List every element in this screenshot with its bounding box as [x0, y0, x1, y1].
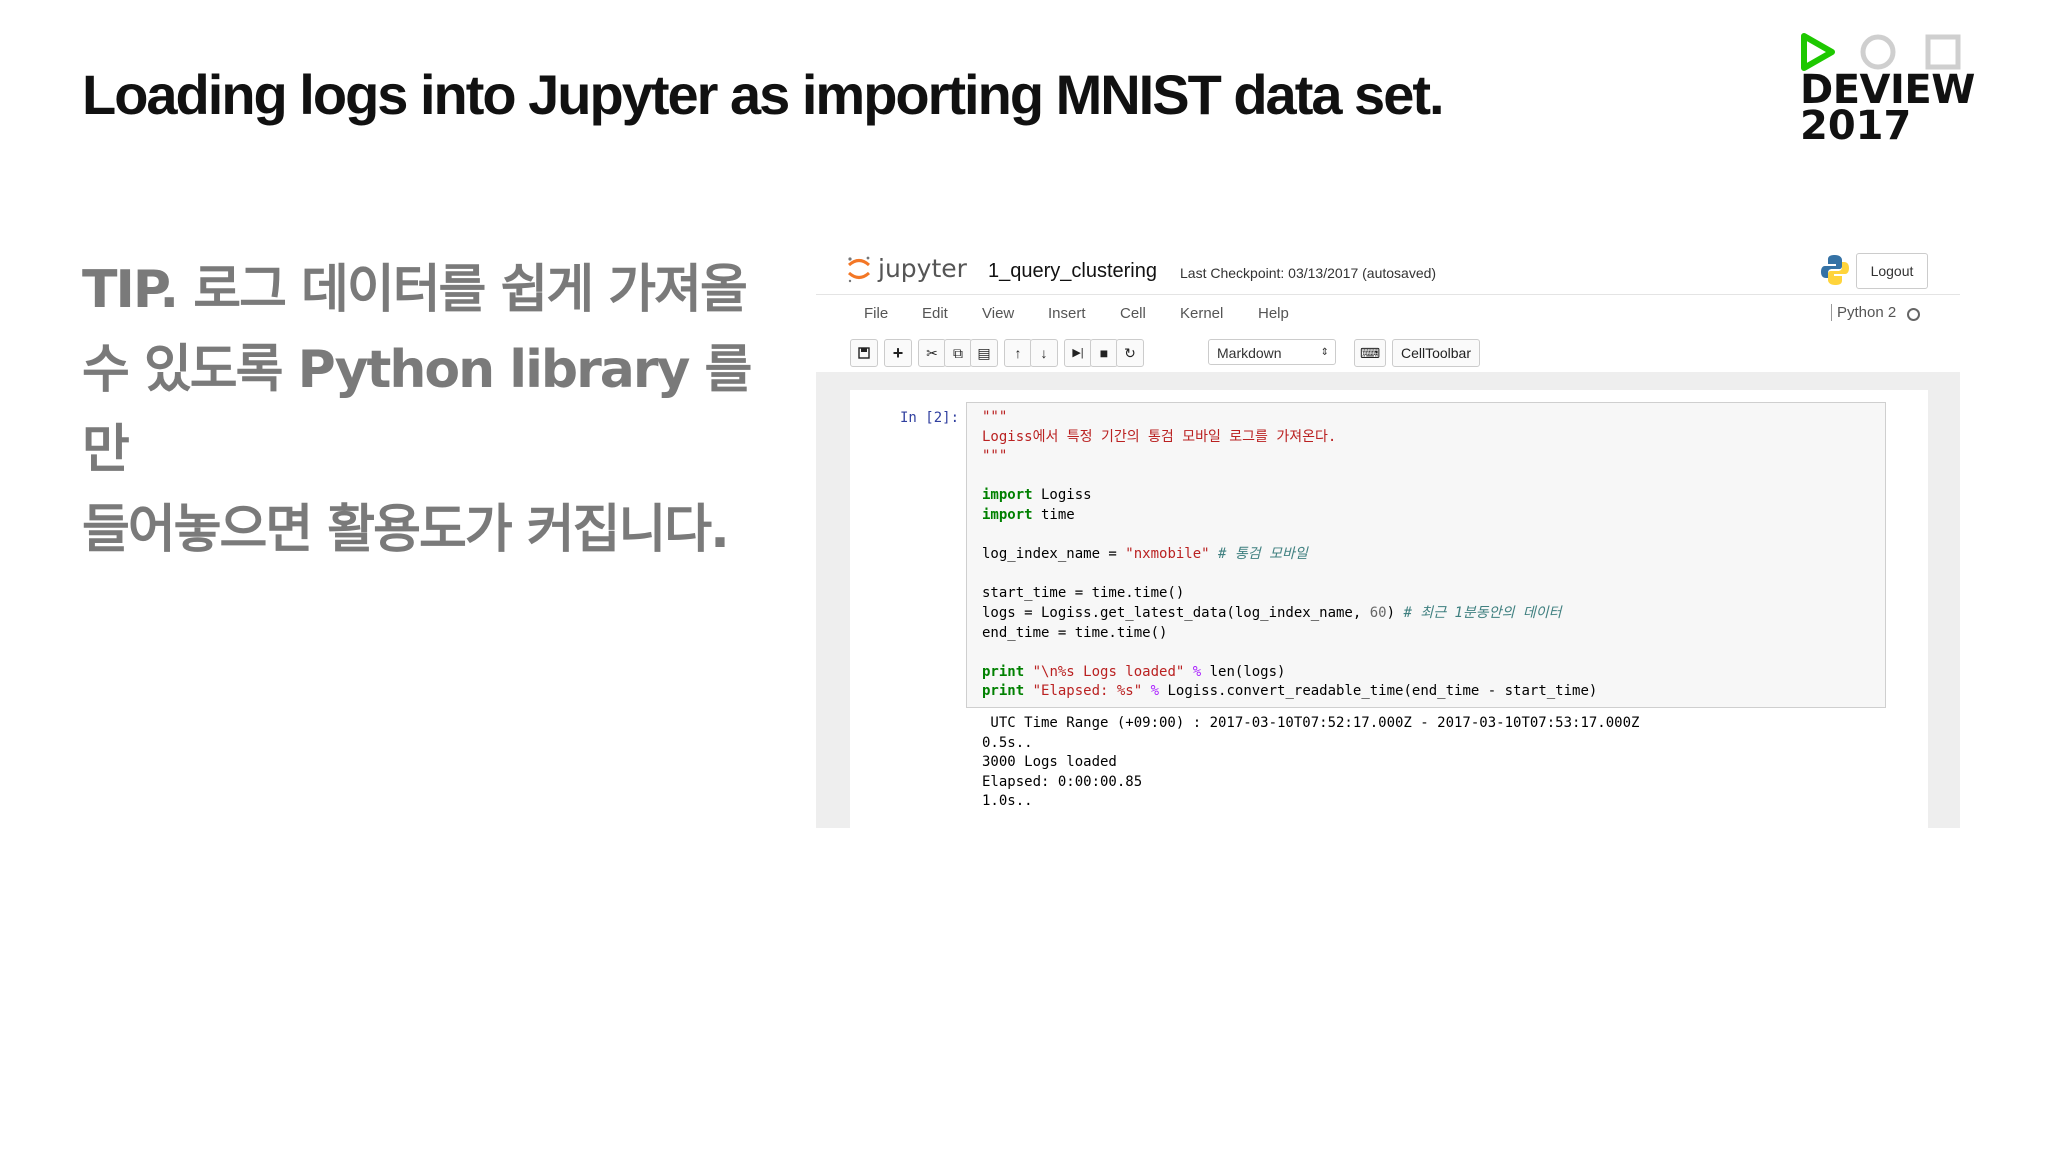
- number-literal: 60: [1369, 604, 1387, 621]
- restart-button[interactable]: ↻: [1116, 339, 1144, 367]
- keyword-print: print: [982, 683, 1025, 700]
- paste-button[interactable]: ▤: [970, 339, 998, 367]
- code-text: logs = Logiss.get_latest_data(log_index_…: [982, 604, 1370, 621]
- code-text: start_time = time.time(): [982, 585, 1185, 602]
- menu-edit[interactable]: Edit: [922, 305, 948, 322]
- slide-title: Loading logs into Jupyter as importing M…: [82, 63, 1445, 126]
- save-icon: [858, 347, 870, 359]
- code-text: log_index_name =: [982, 546, 1126, 563]
- cell-output: UTC Time Range (+09:00) : 2017-03-10T07:…: [982, 715, 1640, 810]
- menu-bar: File Edit View Insert Cell Kernel Help: [816, 294, 1960, 333]
- logout-button[interactable]: Logout: [1856, 253, 1928, 289]
- paste-icon: ▤: [977, 345, 991, 361]
- plus-icon: +: [892, 343, 904, 363]
- keyword-import: import: [982, 506, 1033, 523]
- stop-icon: ■: [1099, 345, 1109, 361]
- tip-line: 수 있도록 Python library 를 만: [82, 340, 752, 480]
- string-literal: "\n%s Logs loaded": [1024, 663, 1185, 680]
- menu-file[interactable]: File: [864, 305, 888, 322]
- menu-help[interactable]: Help: [1258, 305, 1289, 322]
- interrupt-button[interactable]: ■: [1090, 339, 1118, 367]
- copy-icon: ⧉: [953, 345, 963, 361]
- operator: %: [1184, 663, 1202, 680]
- menu-cell[interactable]: Cell: [1120, 305, 1146, 322]
- move-up-button[interactable]: ↑: [1004, 339, 1032, 367]
- arrow-down-icon: ↓: [1040, 345, 1048, 361]
- tip-line: 들어놓으면 활용도가 커집니다.: [82, 500, 730, 560]
- code-comment: # 최근 1분동안의 데이터: [1403, 604, 1562, 621]
- refresh-icon: ↻: [1124, 345, 1136, 361]
- jupyter-header: jupyter 1_query_clustering Last Checkpoi…: [816, 240, 1960, 294]
- move-down-button[interactable]: ↓: [1030, 339, 1058, 367]
- menu-view[interactable]: View: [982, 305, 1014, 322]
- cell-type-value: Markdown: [1217, 345, 1282, 361]
- kernel-idle-icon: [1907, 308, 1920, 321]
- tip-line: TIP. 로그 데이터를 쉽게 가져올: [82, 260, 748, 320]
- kernel-name: Python 2: [1831, 304, 1896, 321]
- command-palette-button[interactable]: ⌨: [1354, 339, 1386, 367]
- string-literal: "Elapsed: %s": [1024, 683, 1143, 700]
- scissors-icon: ✂: [926, 345, 938, 361]
- logo-year: 2017: [1800, 103, 1912, 149]
- logo-shapes-icon: [1801, 33, 1961, 71]
- deview-logo: DEVIEW 2017: [1800, 32, 1975, 149]
- select-arrows-icon: ⇕: [1320, 347, 1329, 358]
- docstring-text: Logiss에서 특정 기간의 통검 모바일 로그를 가져온다.: [982, 428, 1337, 445]
- jupyter-screenshot: jupyter 1_query_clustering Last Checkpoi…: [816, 240, 1960, 828]
- arrow-up-icon: ↑: [1014, 345, 1022, 361]
- jupyter-logo-icon: [847, 256, 871, 283]
- operator: %: [1142, 683, 1160, 700]
- import-module: Logiss: [1032, 487, 1092, 504]
- input-prompt: In [2]:: [900, 410, 960, 426]
- celltoolbar-button[interactable]: CellToolbar: [1392, 339, 1480, 367]
- import-module: time: [1032, 506, 1075, 523]
- menu-kernel[interactable]: Kernel: [1180, 305, 1223, 322]
- add-cell-button[interactable]: +: [884, 339, 912, 367]
- code-comment: # 통검 모바일: [1209, 546, 1308, 563]
- code-cell-source: """ Logiss에서 특정 기간의 통검 모바일 로그를 가져온다. """…: [982, 408, 1597, 702]
- checkpoint-status: Last Checkpoint: 03/13/2017 (autosaved): [1180, 265, 1437, 281]
- python-logo-icon: [1821, 255, 1849, 285]
- code-text: len(logs): [1201, 663, 1286, 680]
- cut-button[interactable]: ✂: [918, 339, 946, 367]
- keyword-print: print: [982, 663, 1025, 680]
- keyword-import: import: [982, 487, 1033, 504]
- save-button[interactable]: [850, 339, 878, 367]
- tip-text: TIP. 로그 데이터를 쉽게 가져올 수 있도록 Python library…: [82, 250, 762, 570]
- code-text: end_time = time.time(): [982, 624, 1168, 641]
- menu-insert[interactable]: Insert: [1048, 305, 1086, 322]
- docstring-close: """: [982, 448, 1008, 465]
- code-text: Logiss.convert_readable_time(end_time - …: [1159, 683, 1598, 700]
- notebook-title[interactable]: 1_query_clustering: [988, 260, 1157, 283]
- jupyter-app-name[interactable]: jupyter: [878, 254, 967, 283]
- docstring-open: """: [982, 409, 1008, 425]
- copy-button[interactable]: ⧉: [944, 339, 972, 367]
- cell-type-select[interactable]: Markdown ⇕: [1208, 339, 1336, 365]
- keyboard-icon: ⌨: [1359, 345, 1381, 361]
- code-text: ): [1386, 604, 1404, 621]
- string-literal: "nxmobile": [1125, 546, 1210, 563]
- run-cell-button[interactable]: ▶|: [1064, 339, 1092, 367]
- step-forward-icon: ▶|: [1072, 347, 1084, 359]
